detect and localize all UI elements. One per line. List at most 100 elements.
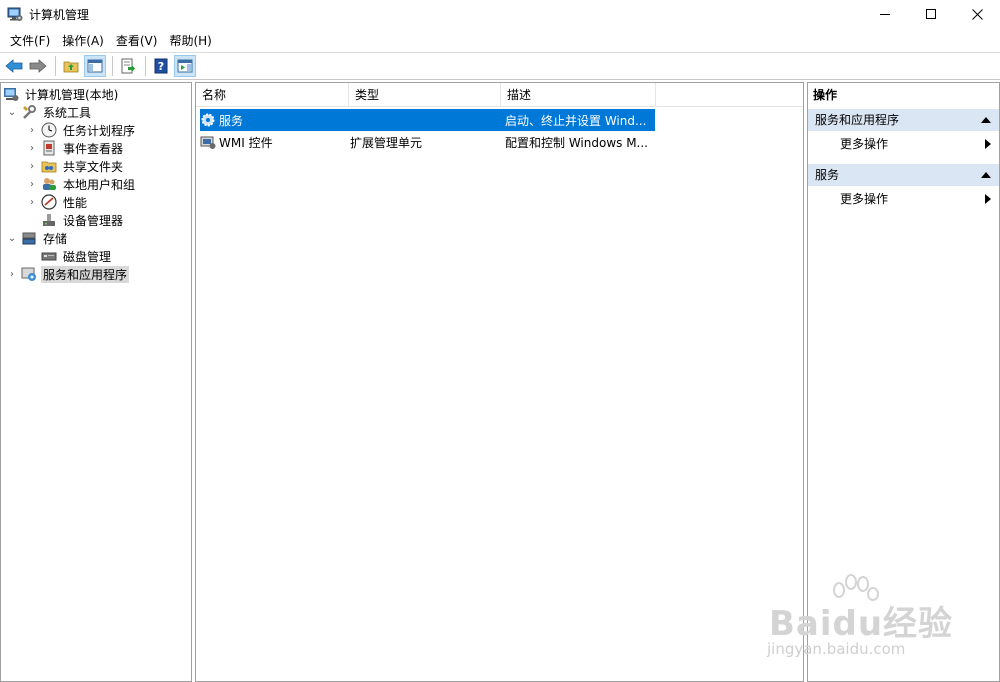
- menu-bar: 文件(F) 操作(A) 查看(V) 帮助(H): [0, 30, 1000, 52]
- column-header-name[interactable]: 名称: [196, 83, 349, 107]
- tree-item-disk-management[interactable]: 磁盘管理: [41, 247, 113, 265]
- chevron-right-icon[interactable]: ›: [27, 197, 37, 208]
- list-item-wmi-control[interactable]: WMI 控件 扩展管理单元 配置和控制 Windows M...: [200, 131, 655, 153]
- cell-type: 扩展管理单元: [350, 135, 423, 150]
- tree-label: 事件查看器: [63, 141, 124, 156]
- more-actions-item[interactable]: 更多操作: [808, 133, 999, 155]
- collapse-caret-icon[interactable]: [981, 172, 991, 178]
- chevron-right-icon[interactable]: ›: [27, 179, 37, 190]
- actions-title: 操作: [813, 88, 838, 102]
- results-list-pane[interactable]: 名称 类型 描述 服务 启动、终止并设置 Wind... WMI 控件 扩展管理…: [195, 82, 804, 682]
- cell-name: WMI 控件: [200, 134, 350, 151]
- tree-label: 设备管理器: [63, 213, 124, 228]
- tree-label: 任务计划程序: [63, 123, 136, 138]
- forward-button[interactable]: [27, 55, 49, 77]
- services-gear-icon: [201, 113, 215, 127]
- help-icon: ?: [154, 58, 168, 74]
- disk-management-icon: [41, 252, 57, 261]
- chevron-down-icon[interactable]: ⌄: [7, 233, 17, 244]
- cell-description: 配置和控制 Windows M...: [505, 135, 648, 150]
- menu-help[interactable]: 帮助(H): [163, 30, 217, 52]
- tree-item-task-scheduler[interactable]: › 任务计划程序: [27, 121, 137, 139]
- minimize-button[interactable]: [862, 0, 908, 28]
- column-header-type[interactable]: 类型: [349, 83, 501, 107]
- tree-item-computer-management[interactable]: 计算机管理(本地): [3, 85, 120, 103]
- column-header-description[interactable]: 描述: [501, 83, 656, 107]
- show-hide-tree-icon: [87, 59, 103, 73]
- list-item-services[interactable]: 服务 启动、终止并设置 Wind...: [200, 109, 655, 131]
- menu-view[interactable]: 查看(V): [110, 30, 164, 52]
- console-tree-pane[interactable]: 计算机管理(本地) ⌄ 系统工具 › 任务计划程序 › 事件查看器 › 共享文件…: [0, 82, 192, 682]
- performance-icon: [41, 194, 57, 210]
- maximize-button[interactable]: [908, 0, 954, 28]
- tree-label: 存储: [43, 231, 68, 246]
- watermark-url: jingyan.baidu.com: [767, 640, 906, 658]
- tree-item-device-manager[interactable]: 设备管理器: [41, 211, 125, 229]
- tree-item-storage[interactable]: ⌄ 存储: [7, 229, 69, 247]
- tree-label: 性能: [63, 195, 88, 210]
- toolbar-separator: [145, 56, 146, 76]
- actions-section-services[interactable]: 服务: [808, 164, 999, 186]
- users-icon: [43, 178, 56, 190]
- chevron-right-icon[interactable]: ›: [27, 143, 37, 154]
- tree-item-performance[interactable]: › 性能: [27, 193, 89, 211]
- maximize-icon: [925, 8, 936, 19]
- wmi-control-icon: [200, 136, 216, 149]
- more-actions-item[interactable]: 更多操作: [808, 188, 999, 210]
- tree-label: 磁盘管理: [63, 249, 112, 264]
- chevron-right-icon[interactable]: ›: [27, 125, 37, 136]
- chevron-right-icon[interactable]: ›: [27, 161, 37, 172]
- export-list-icon: [121, 58, 135, 74]
- more-actions-label: 更多操作: [840, 192, 889, 206]
- services-applications-icon: [21, 267, 36, 281]
- list-item-name: WMI 控件: [219, 135, 273, 150]
- show-hide-action-pane-icon: [177, 59, 193, 73]
- tree-item-shared-folders[interactable]: › 共享文件夹: [27, 157, 125, 175]
- toolbar-separator: [55, 56, 56, 76]
- collapse-caret-icon[interactable]: [981, 117, 991, 123]
- computer-management-icon: [4, 88, 19, 101]
- cell-description: 启动、终止并设置 Wind...: [505, 113, 647, 128]
- up-folder-icon: [63, 61, 79, 73]
- toolbar: ?: [0, 52, 1000, 80]
- submenu-arrow-icon: [985, 194, 991, 204]
- show-hide-console-tree-button[interactable]: [84, 55, 106, 77]
- menu-file[interactable]: 文件(F): [4, 30, 56, 52]
- close-icon: [971, 8, 983, 20]
- baidu-watermark: Baidu经验 jingyan.baidu.com: [765, 574, 965, 670]
- list-item-name: 服务: [219, 113, 244, 128]
- tree-label: 服务和应用程序: [41, 265, 130, 283]
- tree-label: 系统工具: [43, 105, 92, 120]
- shared-folder-icon: [41, 161, 57, 173]
- menu-action[interactable]: 操作(A): [56, 30, 110, 52]
- tree-item-system-tools[interactable]: ⌄ 系统工具: [7, 103, 93, 121]
- back-arrow-icon: [5, 59, 23, 73]
- system-tools-icon: [23, 105, 36, 119]
- computer-management-icon: [7, 7, 23, 21]
- actions-section-services-applications[interactable]: 服务和应用程序: [808, 109, 999, 131]
- more-actions-label: 更多操作: [840, 137, 889, 151]
- device-manager-icon: [43, 214, 55, 226]
- up-one-level-button[interactable]: [60, 55, 82, 77]
- close-button[interactable]: [954, 0, 1000, 28]
- back-button[interactable]: [3, 55, 25, 77]
- tree-item-event-viewer[interactable]: › 事件查看器: [27, 139, 125, 157]
- export-list-button[interactable]: [117, 55, 139, 77]
- tree-item-local-users[interactable]: › 本地用户和组: [27, 175, 137, 193]
- window-title: 计算机管理: [29, 7, 90, 22]
- chevron-right-icon[interactable]: ›: [7, 269, 17, 280]
- toolbar-separator: [112, 56, 113, 76]
- storage-icon: [22, 232, 36, 245]
- tree-label: 共享文件夹: [63, 159, 124, 174]
- chevron-down-icon[interactable]: ⌄: [7, 107, 17, 118]
- section-label: 服务: [815, 168, 840, 182]
- help-button[interactable]: ?: [150, 55, 172, 77]
- svg-text:?: ?: [158, 60, 164, 73]
- submenu-arrow-icon: [985, 139, 991, 149]
- tree-label: 本地用户和组: [63, 177, 136, 192]
- tree-item-services-applications[interactable]: › 服务和应用程序: [7, 265, 130, 283]
- event-viewer-icon: [43, 140, 55, 156]
- cell-name: 服务: [200, 112, 350, 129]
- section-label: 服务和应用程序: [815, 113, 900, 127]
- show-hide-action-pane-button[interactable]: [174, 55, 196, 77]
